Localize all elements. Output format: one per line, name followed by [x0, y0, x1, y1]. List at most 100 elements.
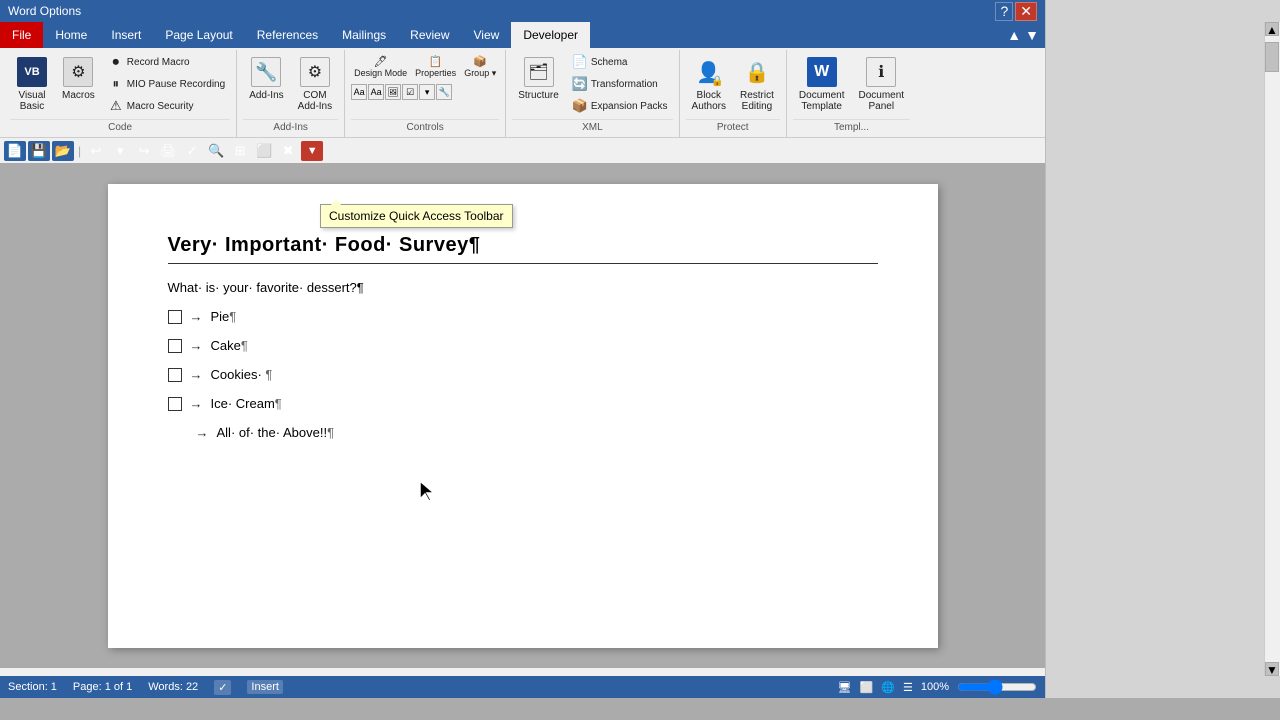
doc-item-all: → All· of· the· Above!!¶ — [168, 425, 878, 440]
status-fullscreen-btn[interactable]: ⬜ — [860, 681, 874, 694]
arrow-pie: → — [190, 309, 203, 324]
qa-borders-btn[interactable]: ⬜ — [253, 141, 275, 161]
qa-undo-btn[interactable]: ↩ — [85, 141, 107, 161]
visual-basic-btn[interactable]: VB Visual Basic — [10, 52, 54, 116]
doc-panel-icon: ℹ — [865, 56, 897, 88]
tab-insert[interactable]: Insert — [99, 22, 153, 48]
window-controls: ? ✕ — [995, 2, 1037, 21]
app-window: Word Options ? ✕ File Home Insert Page L… — [0, 0, 1045, 698]
tab-references[interactable]: References — [245, 22, 330, 48]
macros-btn[interactable]: ⚙ Macros — [56, 52, 101, 105]
controls-group-content: 🖊 Design Mode 📋 Properties 📦 Group ▾ — [351, 52, 499, 117]
ribbon-group-xml: 🗂 Structure 📄 Schema 🔄 Transformation 📦 — [506, 50, 679, 137]
ribbon-down-btn[interactable]: ▼ — [1025, 27, 1039, 43]
addins-group-content: 🔧 Add-Ins ⚙ COM Add-Ins — [243, 52, 338, 117]
qa-print-preview-btn[interactable]: 🖨 — [157, 141, 179, 161]
status-web-btn[interactable]: 🌐 — [881, 681, 895, 694]
pause-recording-label: MIO Pause Recording — [127, 79, 225, 90]
ctrl-aa2-btn[interactable]: Aa — [368, 84, 384, 100]
expansion-icon: 📦 — [572, 98, 588, 114]
doc-template-label: Document — [799, 90, 845, 101]
status-section: Section: 1 — [8, 681, 57, 693]
scroll-down-btn[interactable]: ▼ — [1265, 662, 1279, 676]
visual-basic-icon: VB — [16, 56, 48, 88]
design-mode-label: Design Mode — [354, 68, 407, 78]
scroll-up-btn[interactable]: ▲ — [1265, 22, 1279, 36]
code-group-content: VB Visual Basic ⚙ Macros ⏺ Record Macro — [10, 52, 230, 117]
group-btn[interactable]: 📦 Group ▾ — [461, 52, 499, 82]
qa-spellcheck-btn[interactable]: ✓ — [181, 141, 203, 161]
tab-home[interactable]: Home — [43, 22, 99, 48]
status-check[interactable]: ✓ — [214, 680, 231, 695]
qa-open-btn[interactable]: 📂 — [52, 141, 74, 161]
tooltip-box: Customize Quick Access Toolbar — [320, 204, 513, 228]
ctrl-legacy-btn[interactable]: 🔧 — [436, 84, 452, 100]
checkbox-cookies[interactable] — [168, 368, 182, 382]
macro-security-btn[interactable]: ⚠ Macro Security — [103, 96, 230, 116]
schema-btn[interactable]: 📄 Schema — [567, 52, 673, 72]
title-bar-title: Word Options — [8, 4, 995, 18]
ribbon-group-code: VB Visual Basic ⚙ Macros ⏺ Record Macro — [4, 50, 237, 137]
ribbon-up-btn[interactable]: ▲ — [1007, 27, 1021, 43]
com-addins-btn[interactable]: ⚙ COM Add-Ins — [292, 52, 338, 116]
addins-group-label: Add-Ins — [243, 119, 338, 135]
ctrl-img-btn[interactable]: 🖼 — [385, 84, 401, 100]
close-btn[interactable]: ✕ — [1015, 2, 1037, 21]
pause-recording-btn[interactable]: ⏸ MIO Pause Recording — [103, 74, 230, 94]
tab-review[interactable]: Review — [398, 22, 461, 48]
checkbox-icecream[interactable] — [168, 397, 182, 411]
scroll-thumb[interactable] — [1265, 42, 1279, 72]
doc-template-btn[interactable]: W Document Template — [793, 52, 851, 116]
tab-file[interactable]: File — [0, 22, 43, 48]
help-btn[interactable]: ? — [995, 2, 1013, 21]
doc-panel-label2: Panel — [868, 101, 894, 112]
design-mode-btn[interactable]: 🖊 Design Mode — [351, 52, 410, 82]
doc-area: Very· Important· Food· Survey¶ What· is·… — [0, 164, 1045, 668]
visual-basic-label2: Basic — [20, 101, 44, 112]
right-scrollbar[interactable]: ▲ ▼ — [1264, 22, 1280, 676]
tab-page-layout[interactable]: Page Layout — [153, 22, 244, 48]
qa-research-btn[interactable]: 🔍 — [205, 141, 227, 161]
arrow-icecream: → — [190, 396, 203, 411]
ctrl-aa-btn[interactable]: Aa — [351, 84, 367, 100]
qa-customize-btn[interactable]: ▼ — [301, 141, 323, 161]
doc-page[interactable]: Very· Important· Food· Survey¶ What· is·… — [108, 184, 938, 648]
restrict-editing-label: Restrict — [740, 90, 774, 101]
item-all-text: All· of· the· Above!!¶ — [217, 425, 335, 440]
tab-developer[interactable]: Developer — [511, 22, 590, 48]
arrow-cookies: → — [190, 367, 203, 382]
group-icon: 📦 — [473, 55, 487, 68]
ribbon-tab-bar: File Home Insert Page Layout References … — [0, 22, 1045, 48]
properties-icon: 📋 — [429, 55, 443, 68]
qa-new-btn[interactable]: 📄 — [4, 141, 26, 161]
qa-redo-btn[interactable]: ↪ — [133, 141, 155, 161]
qa-table-btn[interactable]: ⊞ — [229, 141, 251, 161]
checkbox-cake[interactable] — [168, 339, 182, 353]
addins-btn[interactable]: 🔧 Add-Ins — [243, 52, 289, 105]
doc-panel-btn[interactable]: ℹ Document Panel — [852, 52, 910, 116]
record-icon: ⏺ — [108, 54, 124, 70]
status-layout-btn[interactable]: 🖥 — [838, 681, 852, 694]
ctrl-check-btn[interactable]: ☑ — [402, 84, 418, 100]
ctrl-combo-btn[interactable]: ▾ — [419, 84, 435, 100]
record-macro-btn[interactable]: ⏺ Record Macro — [103, 52, 230, 72]
tab-mailings[interactable]: Mailings — [330, 22, 398, 48]
qa-save-btn[interactable]: 💾 — [28, 141, 50, 161]
status-outline-btn[interactable]: ☰ — [903, 681, 913, 694]
structure-label: Structure — [518, 90, 559, 101]
structure-btn[interactable]: 🗂 Structure — [512, 52, 565, 105]
transformation-btn[interactable]: 🔄 Transformation — [567, 74, 673, 94]
mouse-cursor — [418, 479, 438, 506]
block-authors-btn[interactable]: 👤 🔒 Block Authors — [686, 52, 732, 116]
expansion-packs-label: Expansion Packs — [591, 101, 668, 112]
tab-view[interactable]: View — [462, 22, 512, 48]
com-addins-icon: ⚙ — [299, 56, 331, 88]
restrict-editing-btn[interactable]: 🔒 Restrict Editing — [734, 52, 780, 116]
qa-undo-arrow-btn[interactable]: ▾ — [109, 141, 131, 161]
expansion-packs-btn[interactable]: 📦 Expansion Packs — [567, 96, 673, 116]
zoom-slider[interactable] — [957, 679, 1037, 695]
qa-cancel-btn[interactable]: ✖ — [277, 141, 299, 161]
properties-btn[interactable]: 📋 Properties — [412, 52, 459, 82]
checkbox-pie[interactable] — [168, 310, 182, 324]
qa-separator: | — [76, 144, 83, 158]
